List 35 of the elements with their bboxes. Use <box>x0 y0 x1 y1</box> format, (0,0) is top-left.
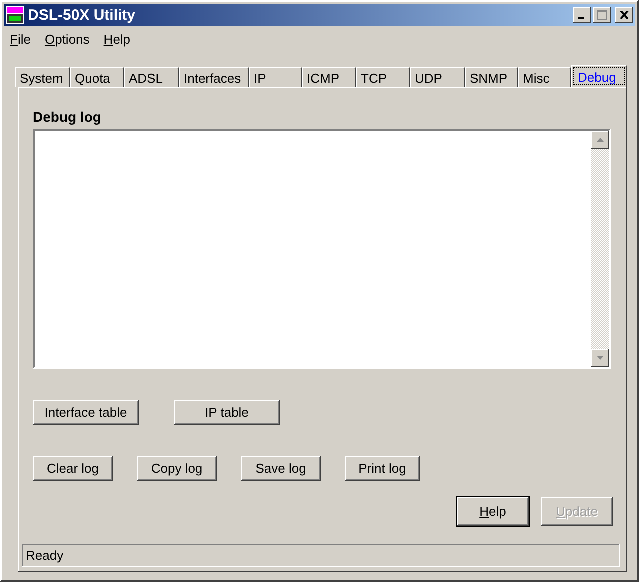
tab[interactable]: SNMP <box>465 67 518 87</box>
close-button[interactable] <box>615 7 633 23</box>
log-button[interactable]: Clear log <box>33 456 113 481</box>
maximize-button[interactable] <box>593 7 611 23</box>
log-button[interactable]: Print log <box>345 456 420 481</box>
menu-item[interactable]: Help <box>104 32 131 46</box>
scrollbar[interactable] <box>591 131 609 367</box>
tab[interactable]: System <box>15 67 70 87</box>
window-title: DSL-50X Utility <box>28 6 136 24</box>
log-button[interactable]: Save log <box>241 456 321 481</box>
dialog-button[interactable]: Help <box>457 497 529 526</box>
status-bar: Ready <box>22 544 620 567</box>
tab[interactable]: Misc <box>518 67 571 87</box>
minimize-button[interactable] <box>573 7 591 23</box>
tab[interactable]: Interfaces <box>179 67 249 87</box>
tab[interactable]: UDP <box>410 67 465 87</box>
tab[interactable]: ADSL <box>124 67 179 87</box>
app-icon <box>6 6 24 24</box>
down-arrow-icon <box>596 356 604 360</box>
tab[interactable]: Quota <box>70 67 124 87</box>
menu-item[interactable]: File <box>10 32 31 46</box>
table-button[interactable]: Interface table <box>33 400 139 425</box>
scroll-up-button[interactable] <box>591 131 609 149</box>
close-icon <box>620 11 628 19</box>
log-button[interactable]: Copy log <box>137 456 217 481</box>
debug-log-label: Debug log <box>33 109 102 127</box>
maximize-icon <box>597 10 607 20</box>
tab[interactable]: TCP <box>356 67 410 87</box>
tab[interactable]: Debug <box>571 65 627 87</box>
scroll-down-button[interactable] <box>591 349 609 367</box>
table-button[interactable]: IP table <box>174 400 280 425</box>
menu-item[interactable]: Options <box>44 32 90 46</box>
up-arrow-icon <box>596 138 604 142</box>
tab[interactable]: IP <box>249 67 302 87</box>
tab[interactable]: ICMP <box>302 67 356 87</box>
